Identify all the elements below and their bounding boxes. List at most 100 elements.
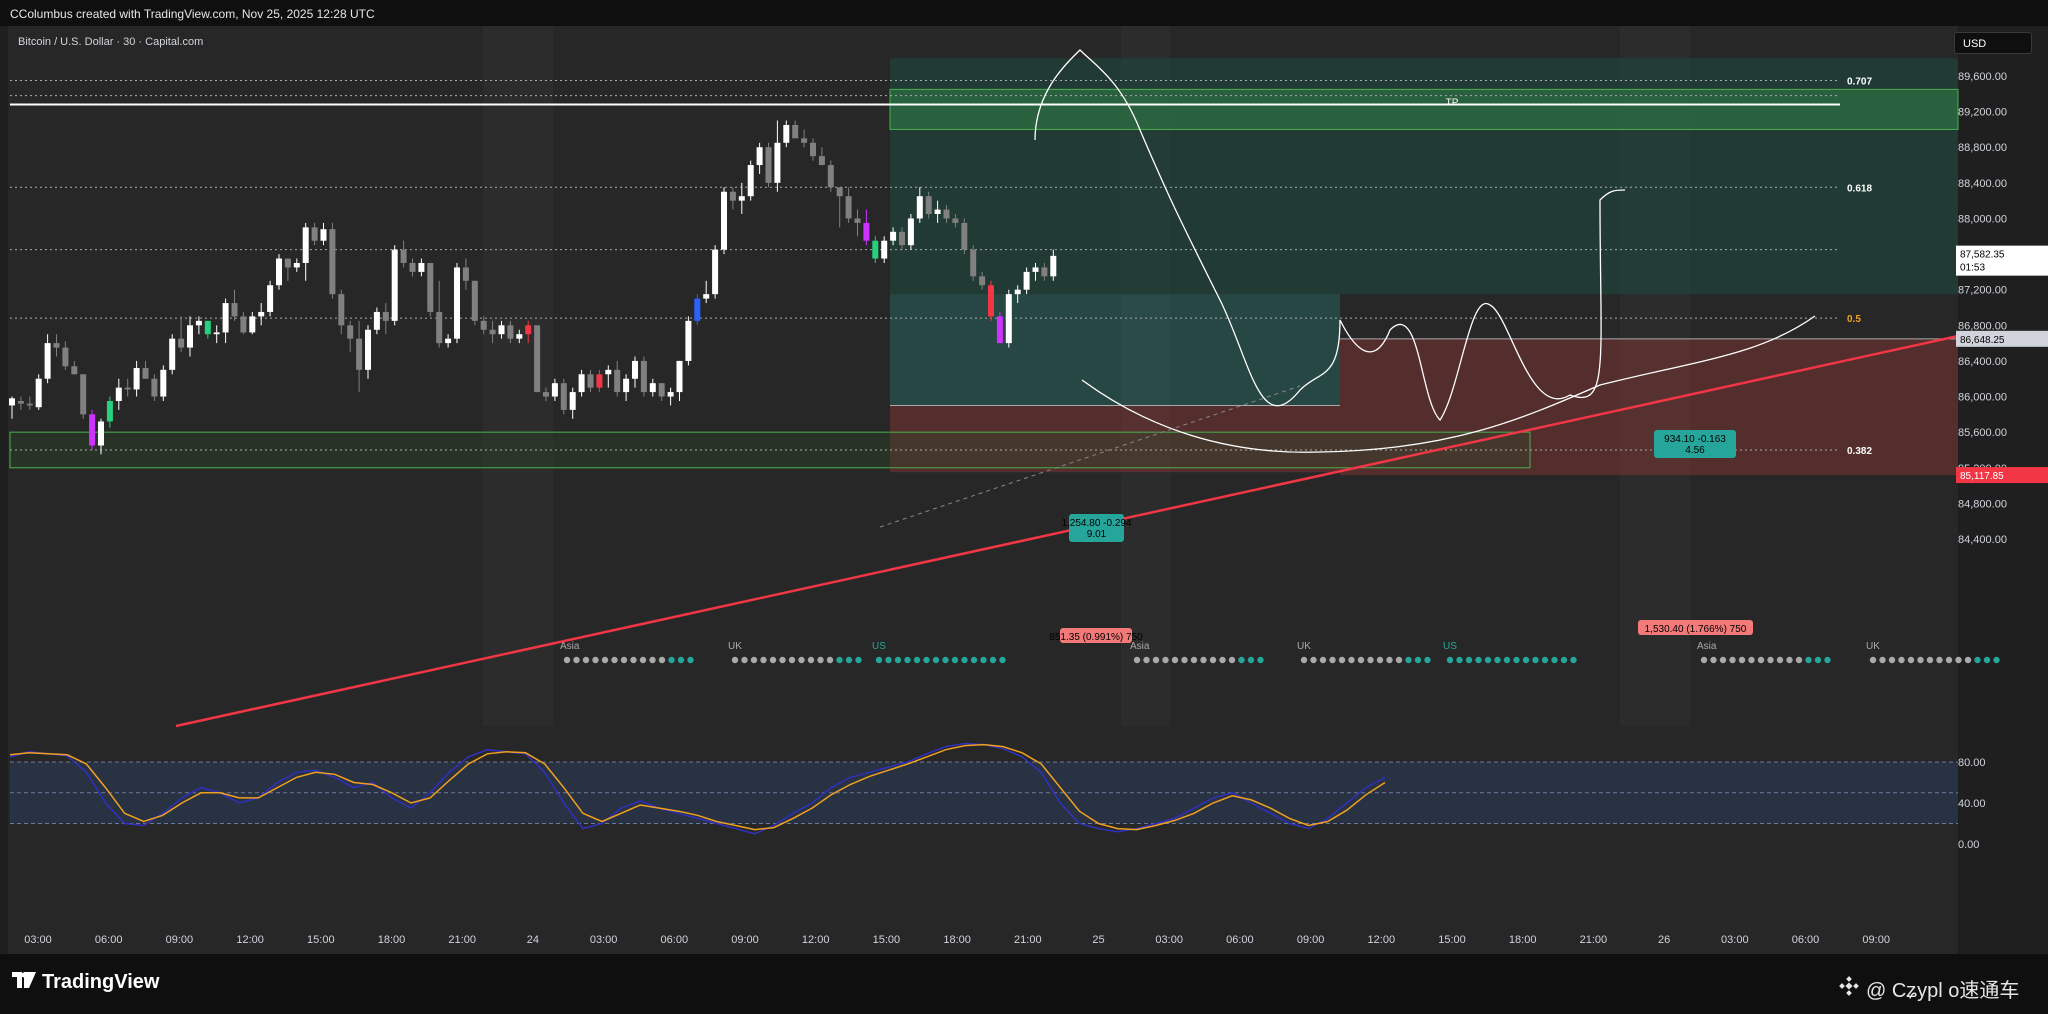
session-dot (1964, 656, 1972, 664)
fib-label: 0.382 (1847, 446, 1872, 457)
candle-body (943, 209, 950, 219)
candle-body (427, 262, 434, 312)
x-tick-label: 09:00 (1297, 934, 1325, 946)
session-dot (1767, 656, 1774, 664)
candle-body (836, 187, 843, 197)
session-dot (1824, 656, 1831, 664)
session-dot (630, 656, 637, 664)
x-tick-label: 09:00 (1862, 934, 1890, 946)
fib-label: 0.618 (1847, 183, 1872, 194)
session-dot (980, 656, 987, 664)
session-dot (1247, 656, 1255, 664)
session-dot (1310, 656, 1317, 664)
tradingview-logo-icon (12, 971, 36, 994)
price-label-tag: 86,648.25 (1956, 330, 2048, 347)
x-tick-label: 06:00 (1792, 934, 1820, 946)
candle-body (845, 196, 852, 219)
session-dot (1700, 656, 1708, 664)
label-text: 4.56 (1685, 445, 1705, 456)
stop-label-2: 1,530.40 (1.766%) 750 (1638, 620, 1753, 635)
session-dot (1228, 656, 1236, 664)
session-label: US (1443, 641, 1457, 652)
candle-body (80, 374, 87, 415)
session-dot (1786, 656, 1793, 664)
candle-body (187, 325, 193, 348)
candle-body (1050, 255, 1057, 277)
tradingview-logo[interactable]: TradingView (12, 971, 159, 994)
session-dot (1888, 656, 1896, 664)
currency-button[interactable]: USD (1954, 32, 2032, 54)
session-dot (1238, 656, 1245, 664)
session-dot (1729, 656, 1736, 664)
candle-body (169, 338, 176, 370)
candle-body (907, 218, 914, 246)
session-dot (760, 656, 767, 664)
zones: TP (9, 58, 1959, 476)
session-dot (1551, 656, 1558, 664)
price-label-text: 86,648.25 (1960, 335, 2005, 346)
candle-body (258, 311, 265, 317)
label-text: 934.10 ‑0.163 (1664, 434, 1726, 445)
session-dot (1805, 656, 1812, 664)
session-dot (1446, 656, 1454, 664)
session-dot (1465, 656, 1473, 664)
candle-body (979, 276, 986, 286)
candle-body (756, 147, 763, 166)
candle-body (899, 231, 905, 246)
session-dot (1257, 656, 1264, 664)
session-dot (999, 656, 1006, 664)
session-dot (563, 656, 571, 664)
price-label-tag: 85,117.85 (1956, 467, 2048, 484)
session-dot (687, 656, 694, 664)
candle-body (721, 191, 727, 250)
session-dot (845, 656, 853, 664)
session-dot (1917, 656, 1924, 664)
candle-body (178, 338, 185, 348)
x-tick-label: 18:00 (943, 934, 971, 946)
session-dot (1152, 656, 1160, 664)
session-dot (1190, 656, 1198, 664)
x-tick-label: 21:00 (1580, 934, 1608, 946)
candle-body (267, 285, 274, 312)
candle-body (409, 262, 416, 272)
candle-body (516, 334, 523, 339)
session-dot (904, 656, 911, 664)
long-position-label: 1,254.80 ‑0.2949.01 (1061, 514, 1132, 542)
candle-body (632, 360, 638, 379)
x-tick-label: 24 (527, 934, 539, 946)
candle-body (71, 366, 78, 375)
candle-body (338, 294, 345, 326)
candle-body (213, 332, 220, 335)
symbol-title[interactable]: Bitcoin / U.S. Dollar · 30 · Capital.com (18, 36, 203, 48)
price-label-text: 85,117.85 (1960, 471, 2004, 482)
candle-body (240, 316, 247, 333)
price-chart[interactable]: TP 0.618 0.707 0.5 0.382 89,600.00 89,200.00… (0, 0, 2048, 1014)
session-dot (1319, 656, 1327, 664)
x-tick-label: 12:00 (236, 934, 264, 946)
x-tick-label: 26 (1658, 934, 1670, 946)
session-dot (942, 656, 949, 664)
session-dot (1719, 656, 1727, 664)
brand-name: TradingView (42, 971, 160, 993)
stoch-level-label: 80.00 (1958, 757, 1986, 769)
candle-body (347, 325, 354, 339)
candle-body (35, 378, 42, 408)
binance-diamond-icon (1838, 975, 1860, 1003)
candle-body (649, 383, 656, 393)
candle-body (293, 262, 300, 268)
session-dot (817, 656, 824, 664)
session-labels: Asia UK US Asia UK US Asia UK (560, 641, 2000, 664)
session-dot (1757, 656, 1765, 664)
candle-body (952, 218, 959, 223)
x-tick-label: 03:00 (1721, 934, 1749, 946)
x-tick-label: 06:00 (1226, 934, 1254, 946)
candle-body (382, 311, 389, 321)
candle-body (827, 165, 834, 188)
session-dot (668, 656, 675, 664)
candle-body (729, 191, 736, 201)
x-tick-label: 15:00 (873, 934, 901, 946)
session-dot (1513, 656, 1520, 664)
session-dot (1710, 656, 1717, 664)
candle-body (934, 209, 941, 215)
candle-body (569, 392, 576, 410)
